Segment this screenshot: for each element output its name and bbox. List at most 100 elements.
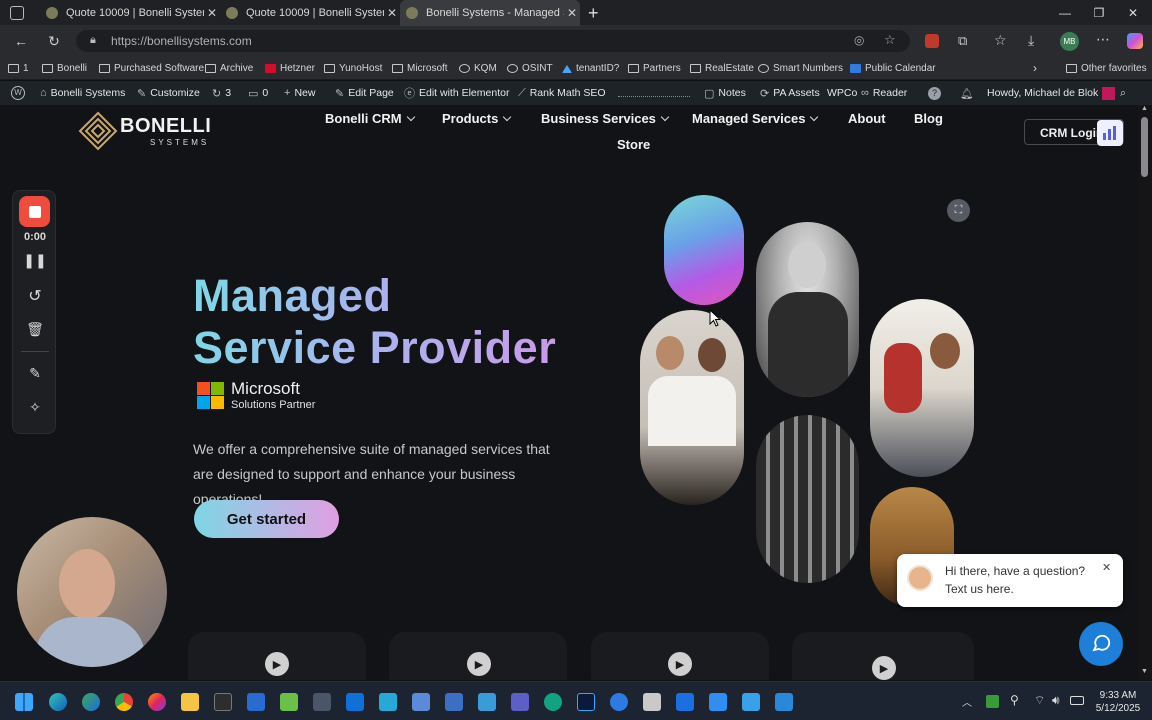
favorite-item[interactable]: Microsoft [392,60,448,76]
arrow-right-icon[interactable]: ▶ [467,652,491,676]
menu-about[interactable]: About [848,111,886,126]
tab-actions-icon[interactable] [10,6,24,20]
edge-icon[interactable] [49,693,67,711]
arrow-right-icon[interactable]: ▶ [265,652,289,676]
notepad-icon[interactable] [280,693,298,711]
tray-overflow-icon[interactable]: ︿ [962,694,972,709]
more-menu-icon[interactable]: ⋯ [1096,31,1110,48]
tab-quote-ad[interactable]: Quote 10009 | Bonelli Systems Ad ✕ [40,0,220,26]
downloads-icon[interactable]: ⤓ [1028,32,1034,49]
service-card[interactable]: ▶ [591,632,769,680]
menu-bonelli-crm[interactable]: Bonelli CRM [325,111,415,126]
wp-new[interactable]: + New [284,86,315,100]
close-tab-icon[interactable]: ✕ [384,6,400,20]
outlook-icon[interactable] [346,693,364,711]
service-card[interactable]: ▶ [792,632,974,680]
onedrive-icon[interactable] [775,693,793,711]
wp-rank-math[interactable]: ⟋ Rank Math SEO [518,86,606,100]
other-favorites[interactable]: Other favorites [1066,60,1147,76]
favorite-star-icon[interactable]: ☆ [884,32,896,48]
menu-products[interactable]: Products [442,111,512,126]
teams-icon[interactable] [511,693,529,711]
wp-wpcode[interactable]: WPCo [827,86,857,100]
menu-managed-services[interactable]: Managed Services [692,111,819,126]
chat-prompt[interactable]: Hi there, have a question? Text us here.… [897,554,1123,607]
file-explorer-icon[interactable] [181,693,199,711]
favorite-item[interactable]: Partners [628,60,681,76]
new-tab-icon[interactable]: + [588,3,599,24]
extensions-icon[interactable]: ⧉ [958,33,967,49]
service-card[interactable]: ▶ [389,632,567,680]
windows-start-icon[interactable] [15,693,33,711]
wp-pa-assets[interactable]: ⟳ PA Assets [760,86,820,100]
page-scrollbar[interactable]: ▲ ▼ [1138,105,1152,680]
chatgpt-icon[interactable] [544,693,562,711]
taskbar-clock[interactable]: 9:33 AM 5/12/2025 [1090,689,1146,715]
close-tab-icon[interactable]: ✕ [564,6,580,20]
calculator-icon[interactable] [313,693,331,711]
delete-icon[interactable]: 🗑︎ [13,321,57,338]
help-icon[interactable]: ? [928,86,941,100]
bonelli-logo[interactable]: BONELLI SYSTEMS [78,111,218,153]
close-window-icon[interactable]: ✕ [1116,0,1150,26]
wp-updates[interactable]: ↻ 3 [212,86,231,100]
photoshop-icon[interactable] [577,693,595,711]
wifi-icon[interactable]: ⌔ [1034,693,1045,708]
wp-edit-elementor[interactable]: ⓔ Edit with Elementor [404,86,509,100]
get-started-button[interactable]: Get started [194,500,339,538]
tab-quote[interactable]: Quote 10009 | Bonelli Systems ✕ [220,0,400,26]
edge-dev-icon[interactable] [610,693,628,711]
wordpress-logo-icon[interactable]: W [11,86,25,100]
tab-managed-services[interactable]: Bonelli Systems - Managed Servic ✕ [400,0,580,26]
refresh-icon[interactable]: ↻ [43,31,65,51]
favorite-item[interactable]: KQM [459,60,497,76]
network-tool-icon[interactable] [478,693,496,711]
maximize-icon[interactable]: ❐ [1082,0,1116,26]
azure-icon[interactable] [379,693,397,711]
favorite-item[interactable]: OSINT [507,60,553,76]
close-tab-icon[interactable]: ✕ [204,6,220,20]
wp-comments[interactable]: ▭ 0 [248,86,268,100]
favorite-item[interactable]: 1 [8,60,29,76]
wp-edit-page[interactable]: ✎ Edit Page [335,86,394,100]
pause-icon[interactable]: ❚❚ [13,252,57,269]
favorites-icon[interactable]: ☆ [994,32,1007,49]
favorite-item[interactable]: YunoHost [324,60,382,76]
favorite-item[interactable]: Bonelli [42,60,87,76]
extension-badge-icon[interactable] [925,34,939,48]
reader-view-icon[interactable]: ◎ [854,33,864,47]
wp-reader[interactable]: ∞ Reader [861,86,907,100]
arrow-right-icon[interactable]: ▶ [668,652,692,676]
minimize-icon[interactable]: — [1048,0,1082,26]
effects-icon[interactable]: ✧ [13,399,57,416]
print-icon[interactable] [643,693,661,711]
restart-icon[interactable]: ↺ [13,286,57,306]
stop-recording-button[interactable] [19,196,50,227]
draw-pen-icon[interactable]: ✎ [13,365,57,382]
tray-network-tool-icon[interactable]: ⚲ [1010,693,1019,707]
url-field[interactable]: 🔒︎ https://bonellisystems.com ◎ ☆ [76,30,910,52]
wp-site-name[interactable]: ⌂ Bonelli Systems [40,86,125,100]
search-icon[interactable]: ⌕ [1120,86,1126,100]
chat-launcher-button[interactable] [1079,622,1123,666]
webcam-bubble[interactable] [17,517,167,667]
favorite-item[interactable]: Public Calendar [850,60,936,76]
service-card[interactable]: ▶ [188,632,366,680]
windows-app-icon[interactable] [676,693,694,711]
menu-blog[interactable]: Blog [914,111,943,126]
close-chat-icon[interactable]: ✕ [1102,561,1111,574]
wp-notes[interactable]: ▢ Notes [704,86,746,100]
edge-beta-icon[interactable] [82,693,100,711]
copilot-icon[interactable] [1127,33,1143,49]
volume-icon[interactable]: 🔊︎ [1052,693,1060,708]
store-icon[interactable] [709,693,727,711]
wp-howdy[interactable]: Howdy, Michael de Blok [987,86,1116,100]
image-focus-icon[interactable]: ⛶ [947,199,970,222]
battery-icon[interactable] [1070,696,1084,705]
remote-desktop-icon[interactable] [445,693,463,711]
profile-avatar[interactable]: MB [1060,32,1079,51]
scroll-down-icon[interactable]: ▼ [1141,668,1148,675]
favorite-item[interactable]: Smart Numbers [758,60,843,76]
favorite-item[interactable]: Purchased Software [99,60,204,76]
notification-bell-icon[interactable]: 🔔︎ [960,86,973,100]
